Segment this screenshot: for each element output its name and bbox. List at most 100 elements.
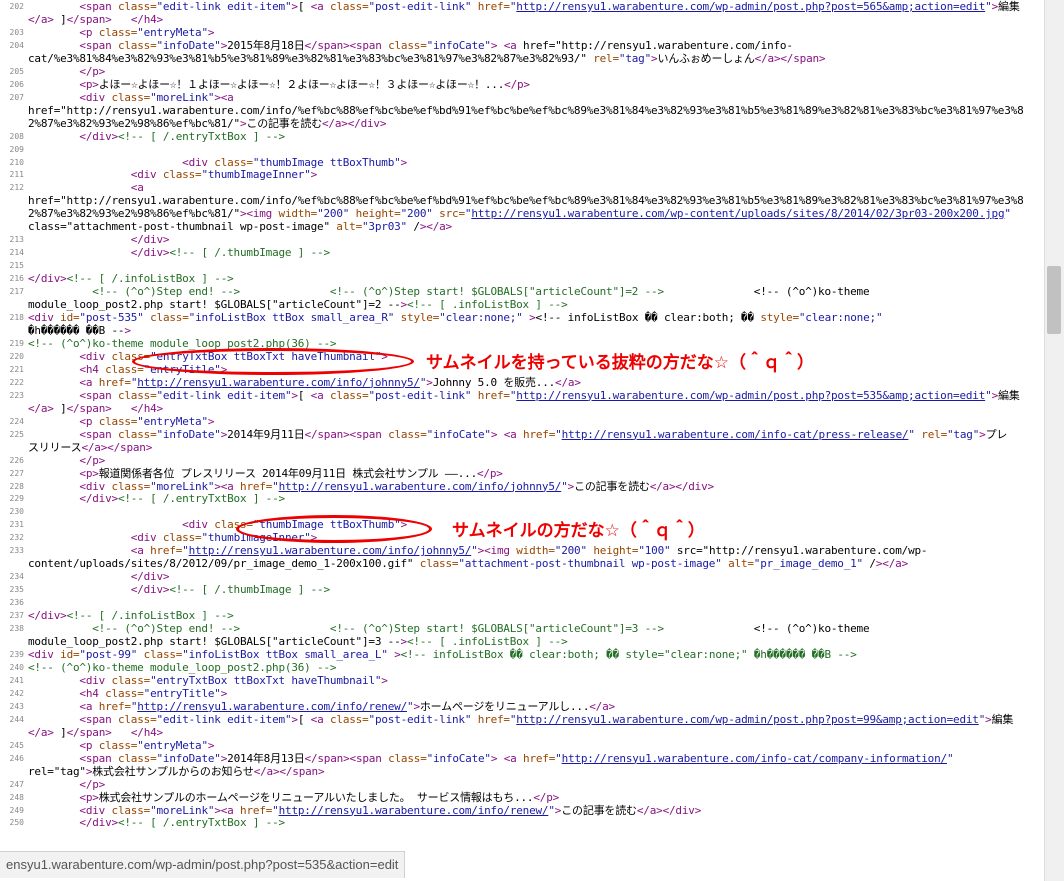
line-number: 248	[9, 792, 24, 802]
code-line: </div><!-- [ /.entryTxtBox ] -->	[79, 129, 285, 143]
code-line: <div id="post-535" class="infoListBox tt…	[28, 311, 883, 325]
code-line: href="http://rensyu1.warabenture.com/inf…	[28, 194, 1024, 208]
code-line: <!-- (^o^)ko-theme module_loop_post2.php…	[28, 660, 337, 674]
code-line: <div class="moreLink"><a href="http://re…	[79, 803, 702, 817]
code-line: 2%87%e3%82%93%e2%98%86%ef%bc%81/">この記事を読…	[28, 116, 387, 130]
line-number: 208	[9, 131, 24, 141]
code-line: <!-- (^o^)Step end! --> <!-- (^o^)Step s…	[92, 622, 870, 636]
code-line: </div><!-- [ /.infoListBox ] -->	[28, 272, 234, 286]
line-number: 234	[9, 572, 24, 582]
line-number: 245	[9, 740, 24, 750]
code-line: <p class="entryMeta">	[79, 414, 215, 428]
code-line: <span class="infoDate">2015年8月18日</span>…	[79, 38, 793, 52]
code-line: <span class="infoDate">2014年9月11日</span>…	[79, 427, 1008, 441]
code-line: <div class="thumbImageInner">	[130, 168, 318, 182]
line-number: 214	[9, 248, 24, 258]
code-line: <div class="thumbImage ttBoxThumb">	[182, 155, 408, 169]
code-line: </a> ]</span> </h4>	[28, 725, 163, 739]
code-line: </div>	[130, 570, 170, 584]
line-number: 239	[9, 650, 24, 659]
code-line: <span class="edit-link edit-item">[ <a c…	[79, 388, 1020, 402]
code-line: <!-- (^o^)Step end! --> <!-- (^o^)Step s…	[92, 285, 870, 299]
code-line: <a href="http://rensyu1.warabenture.com/…	[130, 544, 928, 558]
line-number: 246	[9, 753, 24, 763]
code-line: class="attachment-post-thumbnail wp-post…	[28, 220, 452, 234]
status-bar-url: ensyu1.warabenture.com/wp-admin/post.php…	[0, 851, 406, 878]
line-number: 215	[9, 261, 24, 271]
code-line: <span class="edit-link edit-item">[ <a c…	[79, 0, 1020, 13]
line-number: 219	[9, 338, 24, 348]
code-line: </p>	[79, 64, 106, 78]
line-number: 243	[9, 701, 24, 711]
code-line: <a href="http://rensyu1.warabenture.com/…	[79, 699, 615, 713]
line-number: 217	[9, 287, 24, 297]
code-line: href="http://rensyu1.warabenture.com/inf…	[28, 103, 1024, 117]
code-line: </div>	[130, 233, 170, 247]
code-line: </div><!-- [ /.entryTxtBox ] -->	[79, 816, 285, 830]
line-number: 203	[9, 27, 24, 37]
line-number: 244	[9, 714, 24, 724]
code-line: <p class="entryMeta">	[79, 25, 215, 39]
line-number: 206	[9, 79, 24, 89]
line-number: 218	[9, 313, 24, 323]
line-number: 213	[9, 235, 24, 245]
line-number: 222	[9, 377, 24, 387]
line-number: 247	[9, 779, 24, 789]
line-number: 240	[9, 662, 24, 672]
code-line: </a> ]</span> </h4>	[28, 401, 163, 415]
line-number: 241	[9, 675, 24, 685]
line-number: 228	[9, 481, 24, 491]
code-line: rel="tag">株式会社サンプルからのお知らせ</a></span>	[28, 764, 325, 778]
code-line: module_loop_post2.php start! $GLOBALS["a…	[28, 635, 568, 649]
line-number: 242	[9, 688, 24, 698]
line-number: 205	[9, 66, 24, 76]
line-number: 226	[9, 455, 24, 465]
code-line: </p>	[79, 777, 106, 791]
code-line: <a	[130, 181, 144, 195]
code-line: スリリース</a></span>	[28, 440, 153, 454]
line-number: 232	[9, 533, 24, 543]
line-number: 227	[9, 468, 24, 478]
code-line: </div><!-- [ /.thumbImage ] -->	[130, 583, 330, 597]
line-number: 235	[9, 585, 24, 595]
code-line: <p>よほー☆よほー☆！１よほー☆よほー☆！２よほー☆よほー☆！３よほー☆よほー…	[79, 77, 530, 91]
code-line: <span class="edit-link edit-item">[ <a c…	[79, 712, 1014, 726]
code-line: cat/%e3%81%84%e3%82%93%e3%81%b5%e3%81%89…	[28, 51, 826, 65]
code-line: <p>報道関係者各位 プレスリリース 2014年09月11日 株式会社サンプル …	[79, 466, 503, 480]
annotation-text-1: サムネイルを持っている抜粋の方だな☆（＾ｑ＾）	[426, 353, 815, 373]
source-viewer[interactable]: 202 <span class="edit-link edit-item">[ …	[0, 0, 1044, 881]
code-line: <a href="http://rensyu1.warabenture.com/…	[79, 375, 581, 389]
code-line: <p>株式会社サンプルのホームページをリニューアルいたしました。 サービス情報は…	[79, 790, 560, 804]
annotation-ellipse-2	[236, 515, 432, 543]
line-number: 237	[9, 611, 24, 621]
line-number: 250	[9, 818, 24, 828]
code-line: content/uploads/sites/8/2012/09/pr_image…	[28, 557, 908, 571]
line-number: 207	[9, 92, 24, 102]
line-number: 230	[9, 507, 24, 517]
line-number: 233	[9, 546, 24, 556]
annotation-ellipse-1	[132, 348, 414, 375]
code-line: </p>	[79, 453, 106, 467]
code-line: </div><!-- [ /.thumbImage ] -->	[130, 246, 330, 260]
line-number: 211	[9, 170, 24, 180]
line-number: 221	[9, 364, 24, 374]
line-number: 210	[9, 157, 24, 167]
line-number: 220	[9, 351, 24, 361]
code-line: <div class="moreLink"><a	[79, 90, 234, 104]
code-line: <p class="entryMeta">	[79, 738, 215, 752]
line-number: 209	[9, 144, 24, 154]
vertical-scrollbar[interactable]	[1044, 0, 1064, 881]
line-number: 224	[9, 416, 24, 426]
line-number: 204	[9, 40, 24, 50]
code-line: <span class="infoDate">2014年8月13日</span>…	[79, 751, 954, 765]
line-number: 238	[9, 624, 24, 634]
scrollbar-thumb[interactable]	[1047, 266, 1061, 334]
code-line: <div id="post-99" class="infoListBox ttB…	[28, 648, 857, 661]
code-line: </div><!-- [ /.infoListBox ] -->	[28, 609, 234, 623]
line-number: 231	[9, 520, 24, 530]
line-number: 225	[9, 429, 24, 439]
code-line: </a> ]</span> </h4>	[28, 12, 163, 26]
code-line: �h������ ��B -->	[28, 324, 131, 337]
code-line: <h4 class="entryTitle">	[79, 686, 228, 700]
code-line: 2%87%e3%82%93%e2%98%86%ef%bc%81/"><img w…	[28, 207, 1011, 221]
